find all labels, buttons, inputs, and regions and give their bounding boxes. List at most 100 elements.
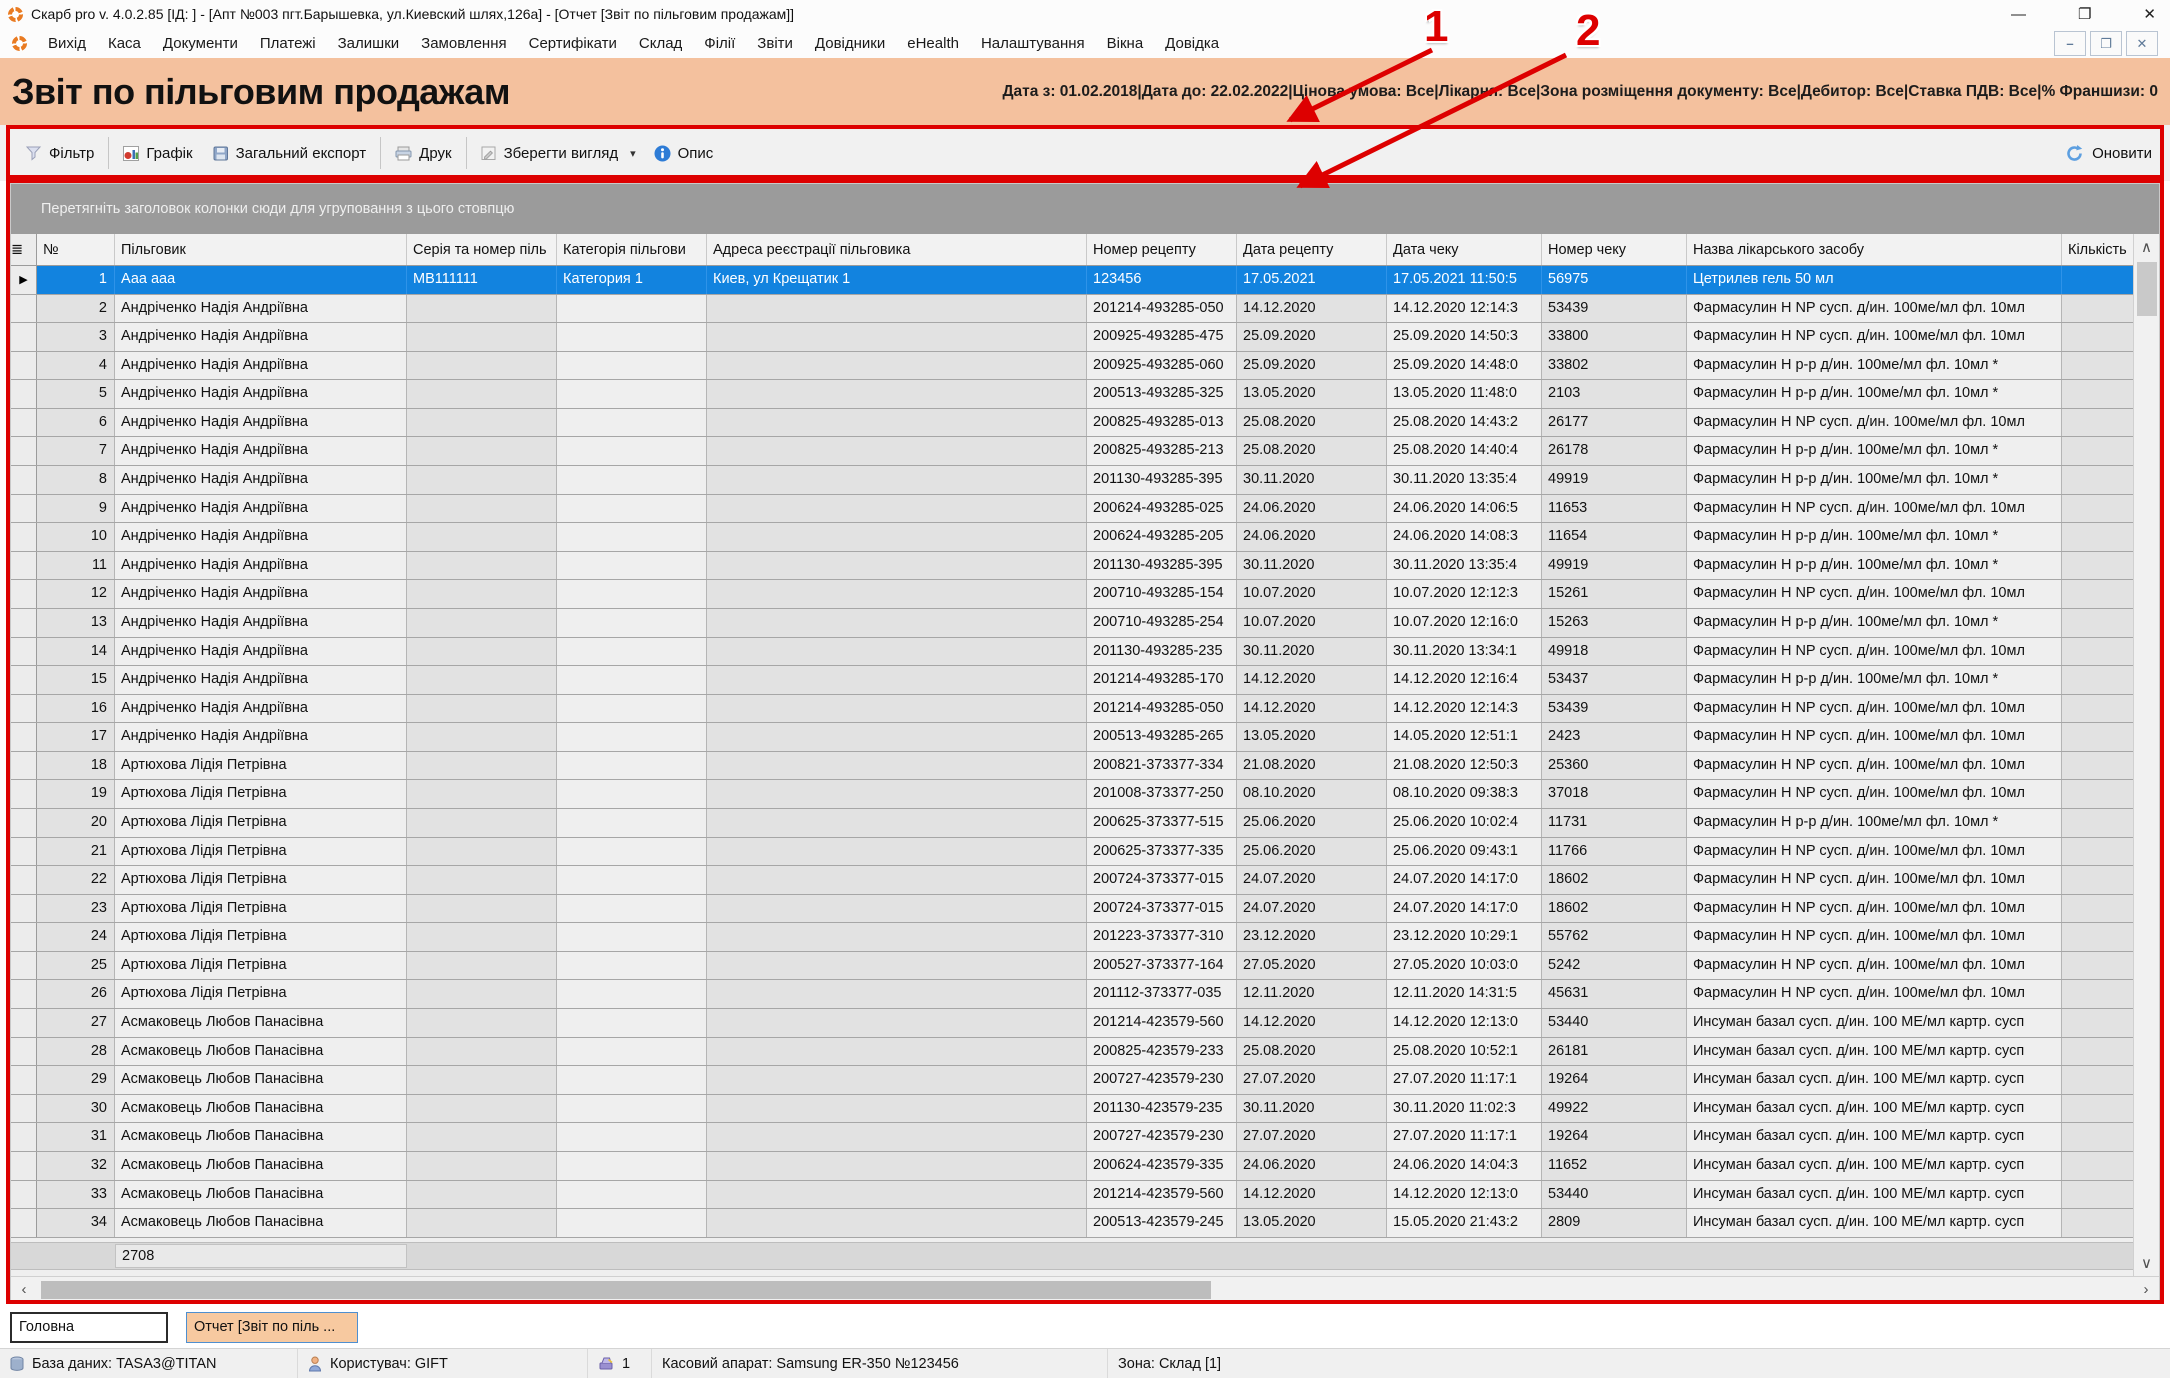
cell-recipe-no[interactable]: 200925-493285-475 [1087, 323, 1237, 351]
cell-recipe-no[interactable]: 200513-493285-265 [1087, 723, 1237, 751]
cell-category[interactable] [557, 666, 707, 694]
cell-check-no[interactable]: 53437 [1542, 666, 1687, 694]
cell-series[interactable] [407, 638, 557, 666]
cell-quantity[interactable] [2062, 495, 2133, 523]
cell-address[interactable] [707, 866, 1087, 894]
cell-check-no[interactable]: 37018 [1542, 780, 1687, 808]
cell-drug[interactable]: Фармасулин Н р-р д/ин. 100ме/мл фл. 10мл… [1687, 523, 2062, 551]
menu-item[interactable]: Залишки [327, 31, 411, 56]
cell-recipe-date[interactable]: 30.11.2020 [1237, 1095, 1387, 1123]
cell-beneficiary[interactable]: Артюхова Лідія Петрівна [115, 780, 407, 808]
column-header-recipe-no[interactable]: Номер рецепту [1087, 234, 1237, 265]
menu-item[interactable]: Довідка [1154, 31, 1230, 56]
cell-num[interactable]: 30 [37, 1095, 115, 1123]
cell-address[interactable] [707, 609, 1087, 637]
horizontal-scroll-thumb[interactable] [41, 1281, 1211, 1299]
cell-series[interactable] [407, 295, 557, 323]
cell-drug[interactable]: Инсуман базал сусп. д/ин. 100 МЕ/мл карт… [1687, 1066, 2062, 1094]
cell-drug[interactable]: Фармасулин Н NP сусп. д/ин. 100ме/мл фл.… [1687, 495, 2062, 523]
cell-num[interactable]: 7 [37, 437, 115, 465]
menu-item[interactable]: Склад [628, 31, 693, 56]
cell-series[interactable] [407, 352, 557, 380]
cell-beneficiary[interactable]: Артюхова Лідія Петрівна [115, 895, 407, 923]
cell-num[interactable]: 31 [37, 1123, 115, 1151]
cell-drug[interactable]: Фармасулин Н р-р д/ин. 100ме/мл фл. 10мл… [1687, 809, 2062, 837]
print-button[interactable]: Друк [385, 139, 461, 168]
column-header-beneficiary[interactable]: Пільговик [115, 234, 407, 265]
table-row[interactable]: ▶ 26 Артюхова Лідія Петрівна 201112-3733… [11, 980, 2133, 1009]
cell-beneficiary[interactable]: Артюхова Лідія Петрівна [115, 923, 407, 951]
scroll-up-icon[interactable]: ∧ [2134, 234, 2160, 260]
cell-recipe-no[interactable]: 201223-373377-310 [1087, 923, 1237, 951]
cell-beneficiary[interactable]: Артюхова Лідія Петрівна [115, 838, 407, 866]
cell-drug[interactable]: Фармасулин Н р-р д/ин. 100ме/мл фл. 10мл… [1687, 352, 2062, 380]
cell-check-no[interactable]: 18602 [1542, 866, 1687, 894]
cell-check-no[interactable]: 26181 [1542, 1038, 1687, 1066]
table-row[interactable]: ▶ 5 Андріченко Надія Андріївна 200513-49… [11, 380, 2133, 409]
cell-recipe-no[interactable]: 200825-493285-013 [1087, 409, 1237, 437]
vertical-scrollbar[interactable]: ∧ ∨ [2133, 234, 2159, 1276]
cell-recipe-date[interactable]: 14.12.2020 [1237, 295, 1387, 323]
cell-recipe-date[interactable]: 24.07.2020 [1237, 895, 1387, 923]
cell-recipe-date[interactable]: 13.05.2020 [1237, 380, 1387, 408]
cell-beneficiary[interactable]: Артюхова Лідія Петрівна [115, 809, 407, 837]
cell-recipe-no[interactable]: 200724-373377-015 [1087, 895, 1237, 923]
cell-quantity[interactable] [2062, 923, 2133, 951]
cell-quantity[interactable] [2062, 352, 2133, 380]
cell-drug[interactable]: Инсуман базал сусп. д/ин. 100 МЕ/мл карт… [1687, 1181, 2062, 1209]
cell-address[interactable] [707, 409, 1087, 437]
cell-quantity[interactable] [2062, 1009, 2133, 1037]
column-header-check-date[interactable]: Дата чеку [1387, 234, 1542, 265]
cell-drug[interactable]: Инсуман базал сусп. д/ин. 100 МЕ/мл карт… [1687, 1123, 2062, 1151]
cell-address[interactable] [707, 523, 1087, 551]
cell-series[interactable] [407, 552, 557, 580]
cell-drug[interactable]: Инсуман базал сусп. д/ин. 100 МЕ/мл карт… [1687, 1095, 2062, 1123]
cell-category[interactable] [557, 1095, 707, 1123]
cell-category[interactable] [557, 466, 707, 494]
cell-category[interactable] [557, 809, 707, 837]
cell-check-no[interactable]: 19264 [1542, 1066, 1687, 1094]
table-row[interactable]: ▶ 25 Артюхова Лідія Петрівна 200527-3733… [11, 952, 2133, 981]
cell-category[interactable] [557, 838, 707, 866]
cell-series[interactable] [407, 495, 557, 523]
cell-series[interactable] [407, 923, 557, 951]
cell-category[interactable] [557, 609, 707, 637]
cell-beneficiary[interactable]: Артюхова Лідія Петрівна [115, 952, 407, 980]
cell-recipe-no[interactable]: 201214-423579-560 [1087, 1009, 1237, 1037]
cell-series[interactable] [407, 723, 557, 751]
cell-check-date[interactable]: 14.05.2020 12:51:1 [1387, 723, 1542, 751]
cell-beneficiary[interactable]: Асмаковець Любов Панасівна [115, 1009, 407, 1037]
cell-drug[interactable]: Фармасулин Н NP сусп. д/ин. 100ме/мл фл.… [1687, 323, 2062, 351]
cell-check-date[interactable]: 25.08.2020 14:40:4 [1387, 437, 1542, 465]
cell-quantity[interactable] [2062, 1038, 2133, 1066]
cell-address[interactable] [707, 323, 1087, 351]
cell-recipe-no[interactable]: 200513-493285-325 [1087, 380, 1237, 408]
table-row[interactable]: ▶ 15 Андріченко Надія Андріївна 201214-4… [11, 666, 2133, 695]
cell-recipe-no[interactable]: 200527-373377-164 [1087, 952, 1237, 980]
cell-series[interactable] [407, 380, 557, 408]
cell-num[interactable]: 29 [37, 1066, 115, 1094]
cell-check-date[interactable]: 25.06.2020 09:43:1 [1387, 838, 1542, 866]
cell-recipe-date[interactable]: 25.09.2020 [1237, 323, 1387, 351]
cell-check-no[interactable]: 11653 [1542, 495, 1687, 523]
cell-check-date[interactable]: 25.09.2020 14:48:0 [1387, 352, 1542, 380]
cell-category[interactable] [557, 295, 707, 323]
cell-check-date[interactable]: 21.08.2020 12:50:3 [1387, 752, 1542, 780]
cell-series[interactable] [407, 1181, 557, 1209]
cell-num[interactable]: 33 [37, 1181, 115, 1209]
cell-drug[interactable]: Фармасулин Н NP сусп. д/ин. 100ме/мл фл.… [1687, 866, 2062, 894]
cell-category[interactable] [557, 695, 707, 723]
cell-series[interactable] [407, 695, 557, 723]
table-row[interactable]: ▶ 28 Асмаковець Любов Панасівна 200825-4… [11, 1038, 2133, 1067]
cell-num[interactable]: 6 [37, 409, 115, 437]
cell-drug[interactable]: Инсуман базал сусп. д/ин. 100 МЕ/мл карт… [1687, 1038, 2062, 1066]
cell-quantity[interactable] [2062, 437, 2133, 465]
cell-series[interactable] [407, 895, 557, 923]
cell-recipe-no[interactable]: 200825-423579-233 [1087, 1038, 1237, 1066]
menu-item[interactable]: Вихід [37, 31, 97, 56]
cell-check-no[interactable]: 49919 [1542, 552, 1687, 580]
cell-check-date[interactable]: 14.12.2020 12:14:3 [1387, 295, 1542, 323]
cell-category[interactable] [557, 895, 707, 923]
table-row[interactable]: ▶ 24 Артюхова Лідія Петрівна 201223-3733… [11, 923, 2133, 952]
cell-recipe-date[interactable]: 21.08.2020 [1237, 752, 1387, 780]
